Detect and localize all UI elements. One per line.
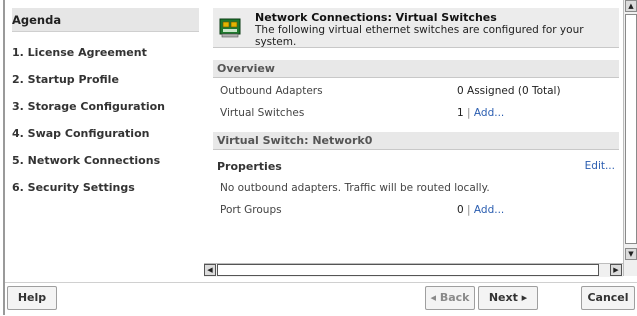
next-button[interactable]: Next ▸	[478, 286, 538, 310]
edit-properties-link[interactable]: Edit...	[585, 160, 615, 172]
add-virtual-switch-link[interactable]: Add...	[474, 107, 504, 119]
vertical-scrollbar[interactable]: ▲ ▼	[623, 0, 637, 276]
virtual-switch-section-header: Virtual Switch: Network0	[213, 132, 619, 150]
agenda-item-startup[interactable]: 2. Startup Profile	[12, 73, 119, 86]
agenda-sidebar: Agenda 1. License Agreement 2. Startup P…	[12, 0, 199, 270]
scroll-up-icon[interactable]: ▲	[625, 0, 637, 12]
scroll-right-icon[interactable]: ▶	[610, 264, 622, 276]
page-header: Network Connections: Virtual Switches Th…	[213, 8, 619, 48]
agenda-item-storage[interactable]: 3. Storage Configuration	[12, 100, 165, 113]
virtual-switches-count: 1	[457, 107, 464, 119]
port-groups-label: Port Groups	[220, 204, 282, 216]
virtual-switches-value: 1 | Add...	[457, 107, 504, 119]
agenda-header: Agenda	[12, 8, 199, 32]
agenda-item-swap[interactable]: 4. Swap Configuration	[12, 127, 149, 140]
separator: |	[467, 204, 474, 216]
overview-section-header: Overview	[213, 60, 619, 78]
network-card-icon	[219, 18, 241, 38]
port-groups-count: 0	[457, 204, 464, 216]
properties-label: Properties	[217, 160, 282, 173]
agenda-item-network[interactable]: 5. Network Connections	[12, 154, 160, 167]
window-border	[3, 0, 5, 315]
cancel-button[interactable]: Cancel	[581, 286, 635, 310]
agenda-item-license[interactable]: 1. License Agreement	[12, 46, 147, 59]
scroll-left-icon[interactable]: ◀	[204, 264, 216, 276]
outbound-adapters-label: Outbound Adapters	[220, 85, 323, 97]
scroll-down-icon[interactable]: ▼	[625, 248, 637, 260]
back-button[interactable]: ◂ Back	[425, 286, 475, 310]
wizard-footer: Help ◂ Back Next ▸ Cancel	[5, 282, 637, 316]
vertical-scroll-thumb[interactable]	[625, 14, 637, 244]
page-description: The following virtual ethernet switches …	[255, 24, 584, 48]
main-panel: Network Connections: Virtual Switches Th…	[213, 0, 623, 262]
page-title: Network Connections: Virtual Switches	[255, 11, 497, 24]
horizontal-scroll-thumb[interactable]	[217, 264, 599, 276]
port-groups-value: 0 | Add...	[457, 204, 504, 216]
outbound-adapters-value: 0 Assigned (0 Total)	[457, 85, 561, 97]
add-port-group-link[interactable]: Add...	[474, 204, 504, 216]
horizontal-scrollbar[interactable]: ◀ ▶	[204, 263, 623, 277]
virtual-switches-label: Virtual Switches	[220, 107, 305, 119]
agenda-title: Agenda	[12, 13, 62, 27]
routing-note: No outbound adapters. Traffic will be ro…	[220, 182, 490, 194]
agenda-item-security[interactable]: 6. Security Settings	[12, 181, 135, 194]
separator: |	[467, 107, 474, 119]
help-button[interactable]: Help	[7, 286, 57, 310]
